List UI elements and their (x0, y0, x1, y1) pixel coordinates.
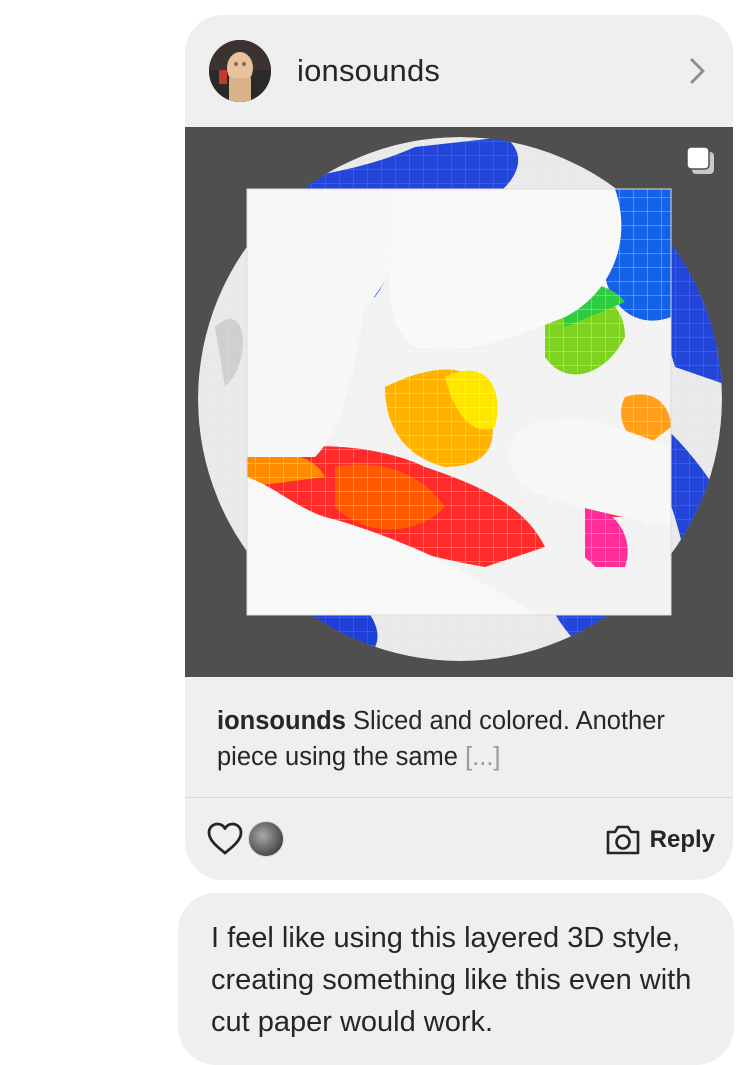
post-username[interactable]: ionsounds (297, 53, 440, 89)
post-image[interactable] (185, 127, 733, 677)
carousel-icon (683, 143, 719, 179)
camera-icon (606, 825, 639, 855)
reply-button[interactable]: Reply (604, 820, 715, 860)
caption-username[interactable]: ionsounds (217, 707, 346, 735)
post-actions: Reply (185, 798, 733, 880)
profile-avatar[interactable] (209, 40, 271, 102)
chevron-right-icon[interactable] (681, 55, 713, 87)
caption-more[interactable]: [...] (465, 743, 500, 771)
post-header[interactable]: ionsounds (185, 15, 733, 127)
post-caption[interactable]: ionsounds Sliced and colored. Another pi… (217, 703, 707, 775)
dm-thread: ionsounds ionsounds Sliced and colored. … (0, 0, 750, 1065)
message-bubble[interactable]: I feel like using this layered 3D style,… (178, 893, 734, 1065)
shared-post-card[interactable]: ionsounds ionsounds Sliced and colored. … (185, 15, 733, 880)
liker-avatar[interactable] (248, 821, 284, 857)
message-text: I feel like using this layered 3D style,… (211, 922, 692, 1038)
heart-icon[interactable] (205, 819, 245, 859)
reply-label[interactable]: Reply (650, 826, 715, 854)
